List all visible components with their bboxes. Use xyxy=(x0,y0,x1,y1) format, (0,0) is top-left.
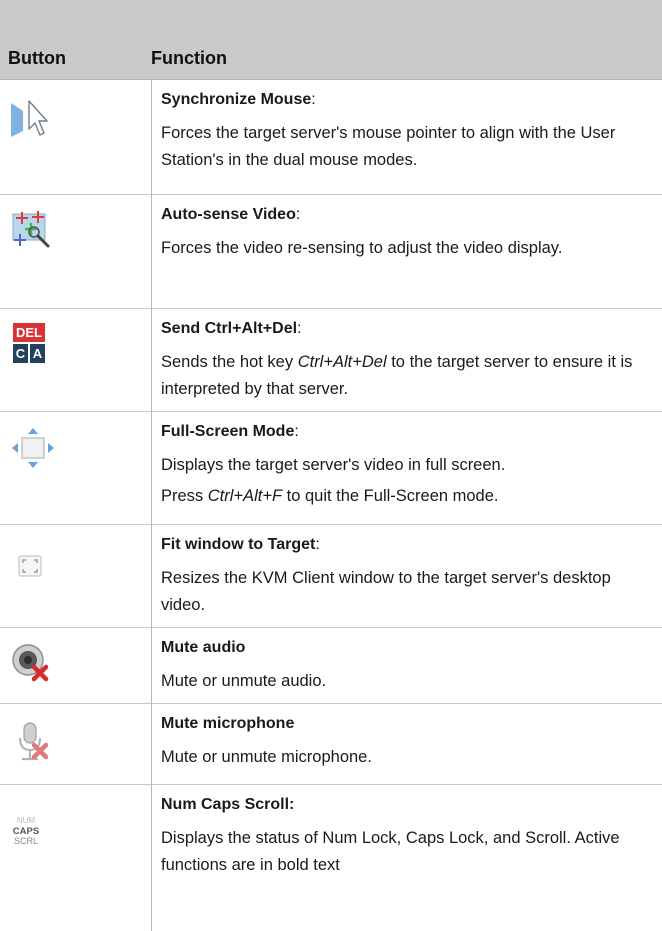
fn-desc: Mute or unmute audio. xyxy=(161,671,327,690)
svg-text:DEL: DEL xyxy=(16,325,42,340)
header-button-col: Button xyxy=(8,48,66,68)
svg-text:SCRL: SCRL xyxy=(14,836,38,846)
fn-desc: Forces the target server's mouse pointer… xyxy=(161,124,616,169)
table-row: DEL C A Send Ctrl+Alt+Del: Sends the hot… xyxy=(0,308,662,411)
table-row: Auto-sense Video: Forces the video re-se… xyxy=(0,194,662,308)
fn-desc: Mute or unmute microphone. xyxy=(161,747,372,766)
table-row: Full-Screen Mode: Displays the target se… xyxy=(0,411,662,524)
mute-audio-icon[interactable] xyxy=(10,642,54,686)
svg-text:A: A xyxy=(33,346,43,361)
ctrl-alt-del-icon[interactable]: DEL C A xyxy=(10,321,50,365)
svg-text:NUM: NUM xyxy=(17,816,36,825)
fn-title: Mute microphone xyxy=(161,714,295,732)
fn-desc: Displays the status of Num Lock, Caps Lo… xyxy=(161,828,620,874)
table-row: Synchronize Mouse: Forces the target ser… xyxy=(0,80,662,194)
table-header: Button Function xyxy=(0,0,662,80)
fn-title: Auto-sense Video xyxy=(161,205,296,223)
fn-title: Send Ctrl+Alt+Del xyxy=(161,319,298,337)
fn-title: Mute audio xyxy=(161,638,246,656)
svg-text:C: C xyxy=(16,346,26,361)
fit-window-icon[interactable] xyxy=(10,547,50,587)
function-table-page: Button Function Synchronize Mouse: Force… xyxy=(0,0,662,931)
table-row: Fit window to Target: Resizes the KVM Cl… xyxy=(0,524,662,627)
header-function-col: Function xyxy=(151,48,227,68)
num-caps-scroll-icon[interactable]: NUM CAPS SCRL xyxy=(12,813,52,853)
table-row: Mute microphone Mute or unmute microphon… xyxy=(0,703,662,784)
full-screen-icon[interactable] xyxy=(10,424,56,474)
table-row: NUM CAPS SCRL Num Caps Scroll: Displays … xyxy=(0,784,662,931)
sync-mouse-icon[interactable] xyxy=(10,97,52,139)
fn-desc: Resizes the KVM Client window to the tar… xyxy=(161,568,611,614)
mute-microphone-icon[interactable] xyxy=(10,720,54,764)
fn-desc-2: Press Ctrl+Alt+F to quit the Full-Screen… xyxy=(161,486,499,505)
fn-title: Full-Screen Mode xyxy=(161,422,295,440)
fn-title: Fit window to Target xyxy=(161,535,316,553)
fn-desc: Sends the hot key Ctrl+Alt+Del to the ta… xyxy=(161,352,633,398)
fn-title: Synchronize Mouse xyxy=(161,91,312,108)
table-row: Mute audio Mute or unmute audio. xyxy=(0,627,662,703)
function-table: Synchronize Mouse: Forces the target ser… xyxy=(0,80,662,931)
fn-desc: Displays the target server's video in fu… xyxy=(161,455,506,474)
auto-sense-video-icon[interactable] xyxy=(10,209,54,253)
fn-title: Num Caps Scroll: xyxy=(161,795,295,813)
fn-desc: Forces the video re-sensing to adjust th… xyxy=(161,238,563,257)
